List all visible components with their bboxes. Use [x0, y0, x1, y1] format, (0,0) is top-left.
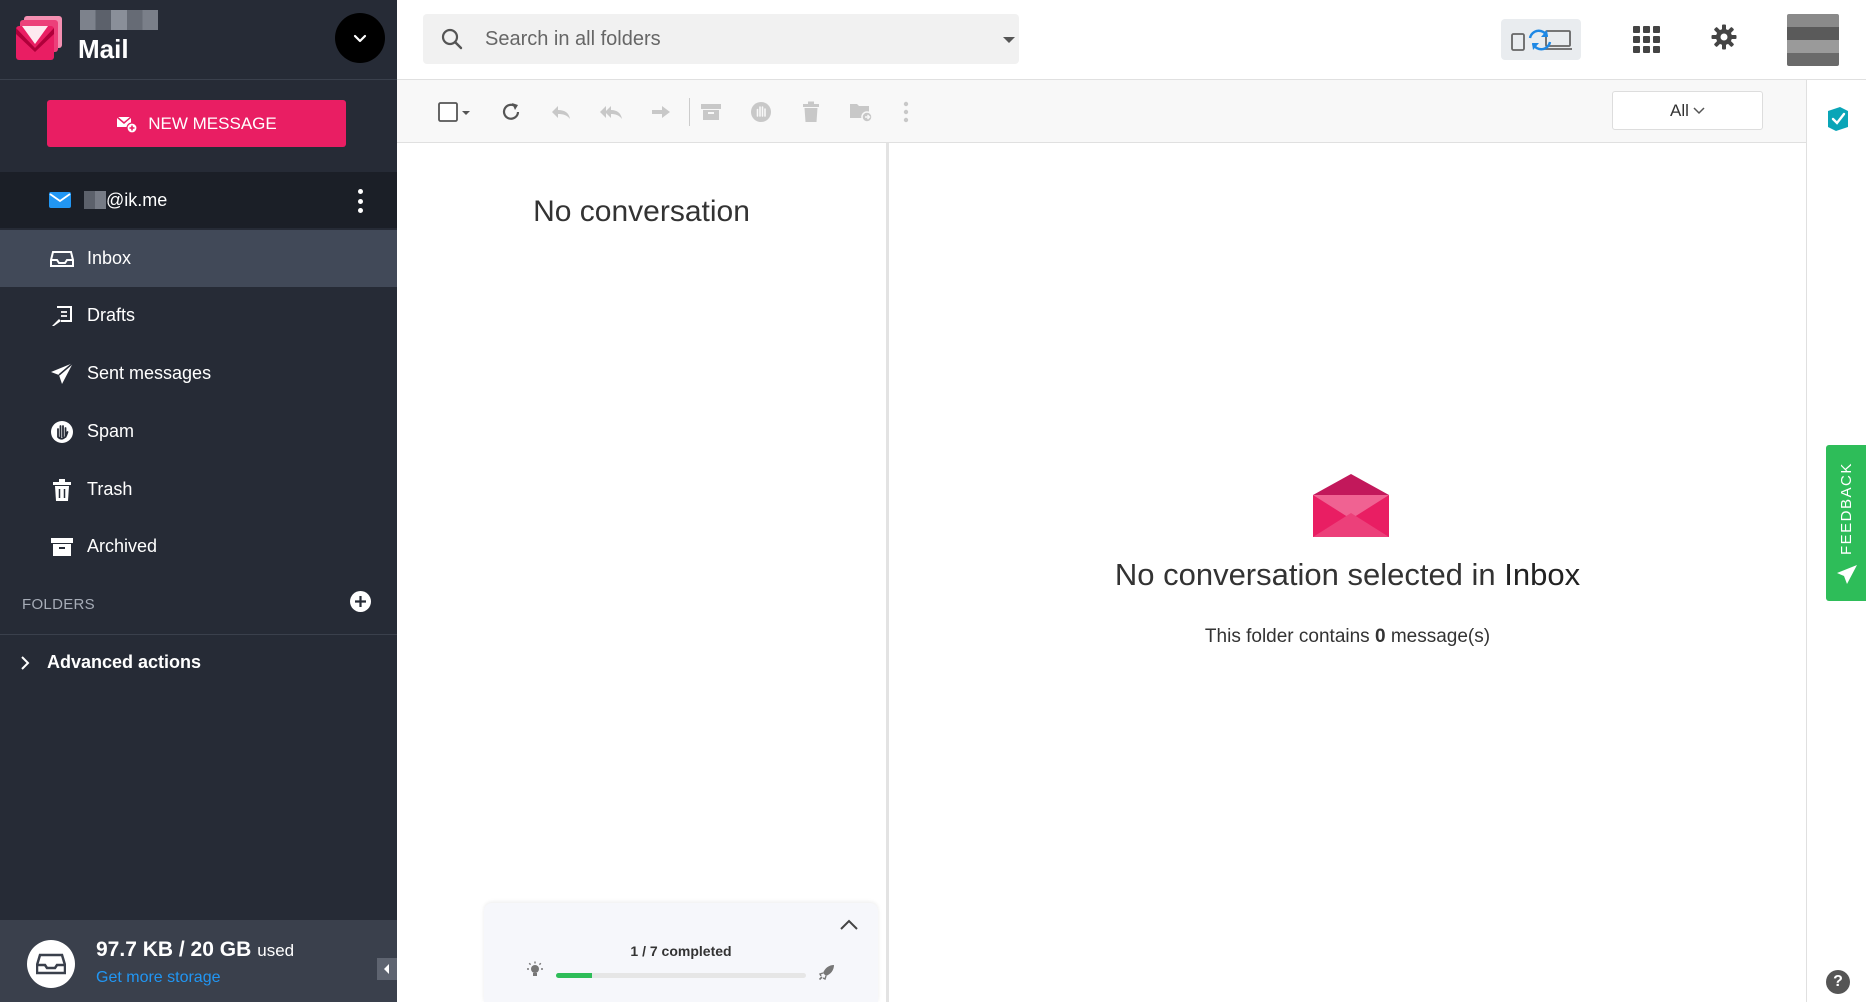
folders-heading: FOLDERS — [22, 596, 95, 613]
conversation-list: No conversation — [397, 143, 886, 1002]
open-envelope-icon — [1312, 473, 1390, 539]
toolbar-separator — [689, 98, 690, 126]
compose-icon — [116, 115, 138, 134]
top-bar — [397, 0, 1866, 80]
blurred-user-name — [80, 10, 158, 30]
sidebar-item-label: Sent messages — [87, 363, 212, 383]
sidebar-divider — [0, 634, 397, 635]
sidebar-header: Mail — [0, 0, 397, 80]
sidebar-item-sent[interactable]: Sent messages — [0, 345, 397, 402]
trash-icon — [49, 477, 75, 503]
folder-message-count: This folder contains 0 message(s) — [1204, 626, 1491, 647]
chevron-down-icon — [353, 34, 367, 43]
get-more-storage-link[interactable]: Get more storage — [96, 969, 221, 987]
trash-icon[interactable] — [797, 99, 825, 125]
blurred-account-name — [84, 191, 106, 209]
storage-drive-icon — [27, 940, 75, 988]
sidebar: Mail NEW MESSAGE @ik.me Inbox Drafts Sen… — [0, 0, 397, 1002]
user-avatar[interactable] — [1787, 14, 1839, 66]
more-actions-icon[interactable] — [892, 99, 920, 125]
account-email: @ik.me — [106, 190, 168, 210]
paper-plane-icon — [1837, 565, 1857, 584]
progress-text: 1 / 7 completed — [630, 943, 732, 959]
new-message-button[interactable]: NEW MESSAGE — [47, 100, 346, 147]
reply-icon[interactable] — [547, 99, 575, 125]
inbox-icon — [49, 246, 75, 272]
sidebar-item-label: Trash — [87, 479, 133, 499]
reading-pane: No conversation selected in Inbox This f… — [889, 143, 1806, 1002]
progress-bar — [556, 973, 806, 978]
empty-reading-title: No conversation selected in Inbox — [1114, 557, 1581, 592]
current-folder-name: Inbox — [1504, 557, 1581, 592]
reply-all-icon[interactable] — [597, 99, 625, 125]
filter-label: All — [1670, 100, 1689, 120]
right-side-panel: FEEDBACK ? — [1806, 80, 1866, 1002]
sidebar-item-label: Archived — [87, 536, 158, 556]
sidebar-item-drafts[interactable]: Drafts — [0, 287, 397, 344]
sidebar-item-label: Spam — [87, 421, 135, 441]
add-folder-button[interactable] — [350, 591, 371, 612]
spam-hand-icon — [49, 419, 75, 445]
search-options-caret-icon[interactable] — [1003, 37, 1015, 43]
archive-icon — [49, 534, 75, 560]
archive-icon[interactable] — [697, 99, 725, 125]
onboarding-progress-widget: 1 / 7 completed — [484, 903, 878, 1002]
spam-hand-icon[interactable] — [747, 99, 775, 125]
sidebar-item-archived[interactable]: Archived — [0, 518, 397, 575]
device-sync-icon — [1511, 29, 1572, 51]
storage-usage: 97.7 KB / 20 GB used — [96, 938, 295, 961]
sidebar-item-trash[interactable]: Trash — [0, 461, 397, 518]
sidebar-item-label: Inbox — [87, 248, 132, 268]
apps-grid-icon[interactable] — [1633, 26, 1660, 53]
mail-icon — [49, 192, 71, 208]
select-all-checkbox[interactable] — [437, 99, 473, 125]
search-icon — [441, 28, 463, 50]
forward-icon[interactable] — [647, 99, 675, 125]
help-button[interactable]: ? — [1826, 970, 1850, 994]
new-message-label: NEW MESSAGE — [148, 113, 277, 133]
progress-bar-fill — [556, 973, 592, 978]
feedback-tab[interactable]: FEEDBACK — [1826, 445, 1866, 601]
send-icon — [49, 361, 75, 387]
rocket-icon — [818, 963, 836, 981]
advanced-actions-label: Advanced actions — [47, 652, 202, 672]
caret-left-icon — [384, 964, 389, 974]
plus-icon — [355, 596, 366, 607]
empty-list-message: No conversation — [533, 195, 750, 228]
lightbulb-icon — [526, 961, 544, 979]
drafts-icon — [49, 303, 75, 329]
chevron-right-icon — [21, 656, 30, 670]
account-more-menu-icon[interactable] — [355, 189, 365, 213]
collapse-sidebar-button[interactable] — [377, 958, 397, 980]
sidebar-item-spam[interactable]: Spam — [0, 403, 397, 460]
refresh-icon[interactable] — [497, 99, 525, 125]
account-row[interactable]: @ik.me — [0, 172, 397, 228]
device-sync-button[interactable] — [1501, 19, 1581, 60]
app-title: Mail — [78, 34, 129, 64]
feedback-label: FEEDBACK — [1838, 462, 1855, 555]
move-to-folder-icon[interactable] — [847, 99, 875, 125]
sidebar-item-label: Drafts — [87, 305, 136, 325]
settings-gear-icon[interactable] — [1711, 24, 1737, 50]
chevron-up-icon[interactable] — [840, 919, 858, 930]
sidebar-item-inbox[interactable]: Inbox — [0, 230, 397, 287]
advanced-actions-toggle[interactable]: Advanced actions — [0, 645, 397, 681]
mail-logo-icon — [14, 14, 66, 64]
storage-panel: 97.7 KB / 20 GB used Get more storage — [0, 920, 397, 1002]
search-bar[interactable] — [423, 14, 1019, 64]
checklist-app-icon[interactable] — [1826, 106, 1850, 132]
search-input[interactable] — [485, 14, 955, 64]
account-switcher-button[interactable] — [335, 13, 385, 63]
message-toolbar: All — [397, 80, 1806, 143]
filter-dropdown[interactable]: All — [1612, 91, 1763, 130]
chevron-down-icon — [1693, 106, 1705, 114]
